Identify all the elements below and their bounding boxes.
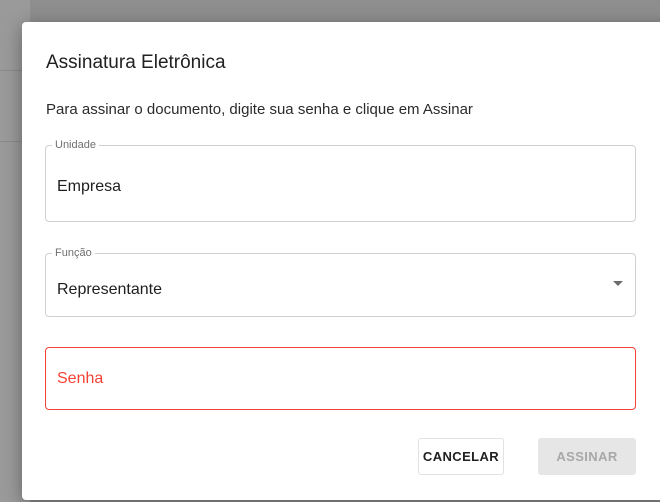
- funcao-label: Função: [52, 246, 95, 260]
- sign-button[interactable]: ASSINAR: [538, 438, 636, 475]
- unidade-value: Empresa: [57, 178, 122, 195]
- funcao-value: Representante: [57, 281, 162, 298]
- unidade-label: Unidade: [52, 138, 99, 152]
- funcao-select[interactable]: Função Representante: [45, 246, 636, 317]
- senha-input[interactable]: Senha: [45, 347, 636, 410]
- signature-dialog: Assinatura Eletrônica Para assinar o doc…: [22, 22, 660, 500]
- senha-label: Senha: [57, 370, 104, 387]
- dropdown-arrow-icon[interactable]: [613, 281, 623, 286]
- dialog-title: Assinatura Eletrônica: [46, 52, 226, 73]
- unidade-field[interactable]: Unidade Empresa: [45, 138, 636, 222]
- cancel-button[interactable]: CANCELAR: [418, 438, 504, 475]
- dialog-subtitle: Para assinar o documento, digite sua sen…: [46, 101, 473, 118]
